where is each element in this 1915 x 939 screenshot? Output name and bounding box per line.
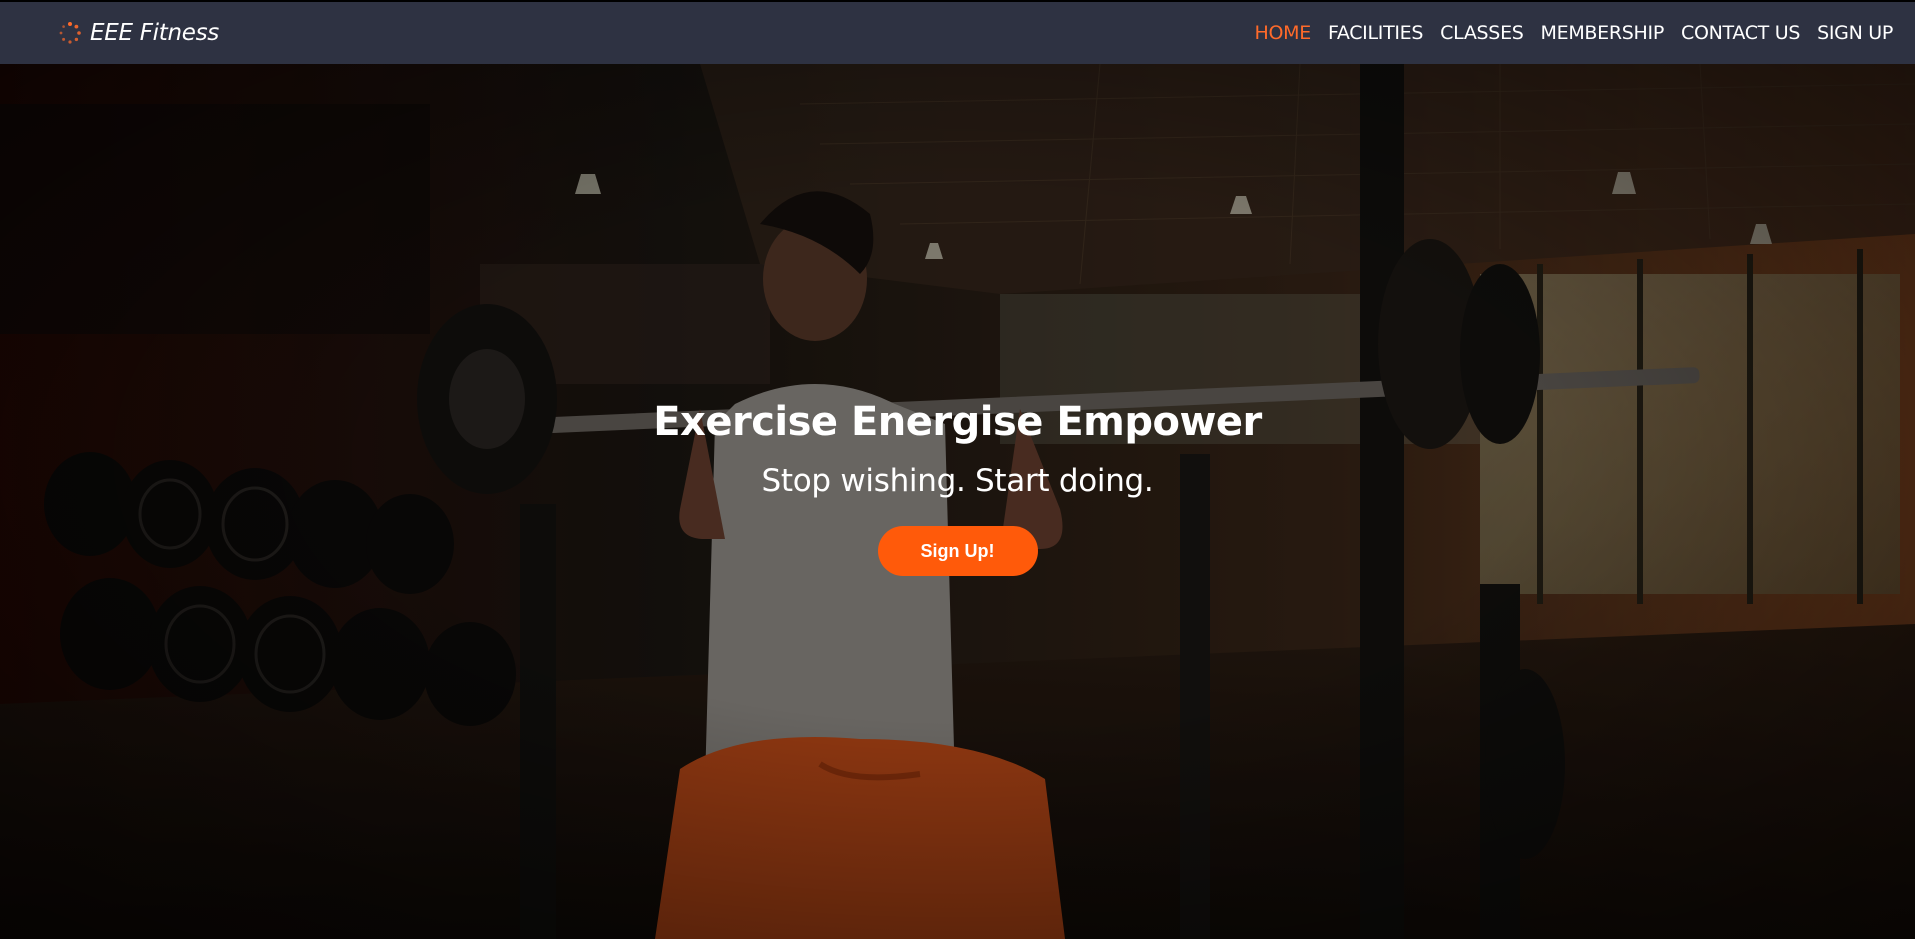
spinner-dots-icon: [59, 22, 81, 44]
brand-logo-link[interactable]: EEE Fitness: [58, 20, 219, 46]
hero-section: Exercise Energise Empower Stop wishing. …: [0, 64, 1915, 939]
hero-content: Exercise Energise Empower Stop wishing. …: [0, 399, 1915, 576]
hero-subtitle: Stop wishing. Start doing.: [761, 463, 1154, 499]
nav-link-sign-up[interactable]: SIGN UP: [1817, 22, 1893, 44]
brand-name: EEE Fitness: [90, 20, 219, 46]
nav-link-home[interactable]: HOME: [1255, 22, 1312, 44]
nav-link-classes[interactable]: CLASSES: [1440, 22, 1524, 44]
nav-link-membership[interactable]: MEMBERSHIP: [1541, 22, 1665, 44]
nav-link-facilities[interactable]: FACILITIES: [1328, 22, 1423, 44]
top-navbar: EEE Fitness HOME FACILITIES CLASSES MEMB…: [0, 0, 1915, 64]
nav-menu: HOME FACILITIES CLASSES MEMBERSHIP CONTA…: [1255, 22, 1894, 44]
sign-up-cta-button[interactable]: Sign Up!: [877, 526, 1038, 576]
hero-title: Exercise Energise Empower: [653, 399, 1262, 445]
nav-link-contact-us[interactable]: CONTACT US: [1681, 22, 1800, 44]
